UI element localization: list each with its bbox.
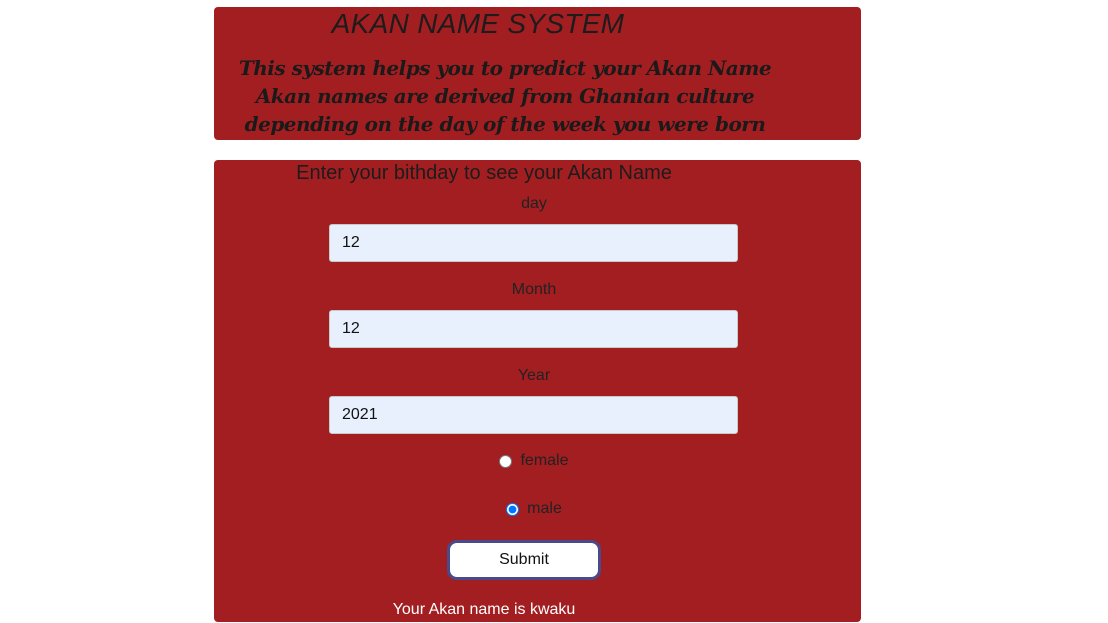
year-input[interactable] bbox=[329, 396, 738, 434]
female-label: female bbox=[520, 452, 569, 469]
male-radio[interactable] bbox=[506, 502, 520, 516]
tagline-line-2: Akan names are derived from Ghanian cult… bbox=[255, 84, 755, 108]
birthday-form: Enter your bithday to see your Akan Name… bbox=[214, 160, 861, 622]
submit-button[interactable]: Submit bbox=[447, 540, 601, 580]
day-label: day bbox=[521, 195, 547, 212]
form-heading: Enter your bithday to see your Akan Name bbox=[296, 162, 672, 184]
result-text: Your Akan name is kwaku bbox=[392, 601, 576, 618]
app-title: AKAN NAME SYSTEM bbox=[331, 8, 625, 39]
male-label: male bbox=[527, 500, 562, 517]
day-input[interactable] bbox=[329, 224, 738, 262]
month-label: Month bbox=[511, 281, 557, 298]
tagline-line-3: depending on the day of the week you wer… bbox=[244, 112, 766, 136]
gender-option-male: male bbox=[214, 500, 854, 518]
female-radio[interactable] bbox=[499, 454, 513, 468]
tagline-line-1: This system helps you to predict your Ak… bbox=[238, 56, 772, 80]
month-input[interactable] bbox=[329, 310, 738, 348]
gender-option-female: female bbox=[214, 452, 854, 470]
header-panel: AKAN NAME SYSTEM This system helps you t… bbox=[214, 7, 861, 140]
year-label: Year bbox=[517, 367, 551, 384]
